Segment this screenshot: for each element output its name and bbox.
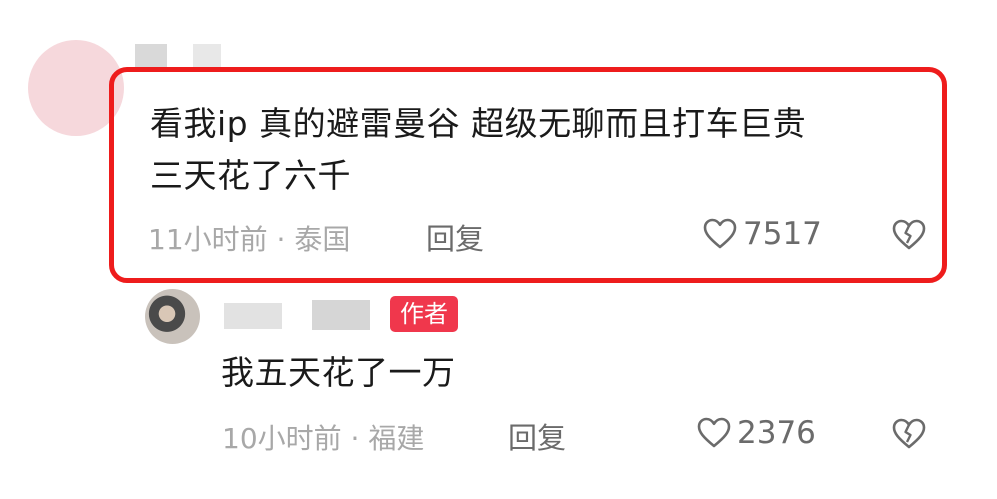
comment-thread: 看我ip 真的避雷曼谷 超级无聊而且打车巨贵 三天花了六千 11小时前 · 泰国… bbox=[0, 0, 997, 499]
author-badge: 作者 bbox=[390, 296, 458, 332]
like-count: 7517 bbox=[743, 216, 822, 252]
like-count: 2376 bbox=[737, 415, 816, 451]
reply-body: 我五天花了一万 bbox=[221, 353, 456, 392]
author-name-blurred bbox=[312, 300, 370, 330]
reply-button[interactable]: 回复 bbox=[508, 415, 566, 457]
broken-heart-icon[interactable] bbox=[891, 418, 927, 450]
comment-body: 看我ip 真的避雷曼谷 超级无聊而且打车巨贵 三天花了六千 bbox=[150, 98, 930, 202]
comment-text-line: 三天花了六千 bbox=[150, 156, 351, 195]
comment-text-line: 看我ip 真的避雷曼谷 超级无聊而且打车巨贵 bbox=[150, 104, 807, 143]
commenter-name-blurred bbox=[193, 44, 221, 68]
like-button[interactable]: 7517 bbox=[703, 216, 822, 252]
like-button[interactable]: 2376 bbox=[697, 415, 816, 451]
heart-outline-icon bbox=[703, 218, 737, 249]
comment-time-location: 11小时前 · 泰国 bbox=[148, 223, 351, 256]
reply-button[interactable]: 回复 bbox=[426, 216, 484, 258]
author-name-blurred bbox=[224, 303, 282, 329]
reply-time-location: 10小时前 · 福建 bbox=[222, 422, 425, 455]
broken-heart-icon[interactable] bbox=[891, 219, 927, 251]
author-avatar[interactable] bbox=[145, 289, 200, 344]
heart-outline-icon bbox=[697, 417, 731, 448]
